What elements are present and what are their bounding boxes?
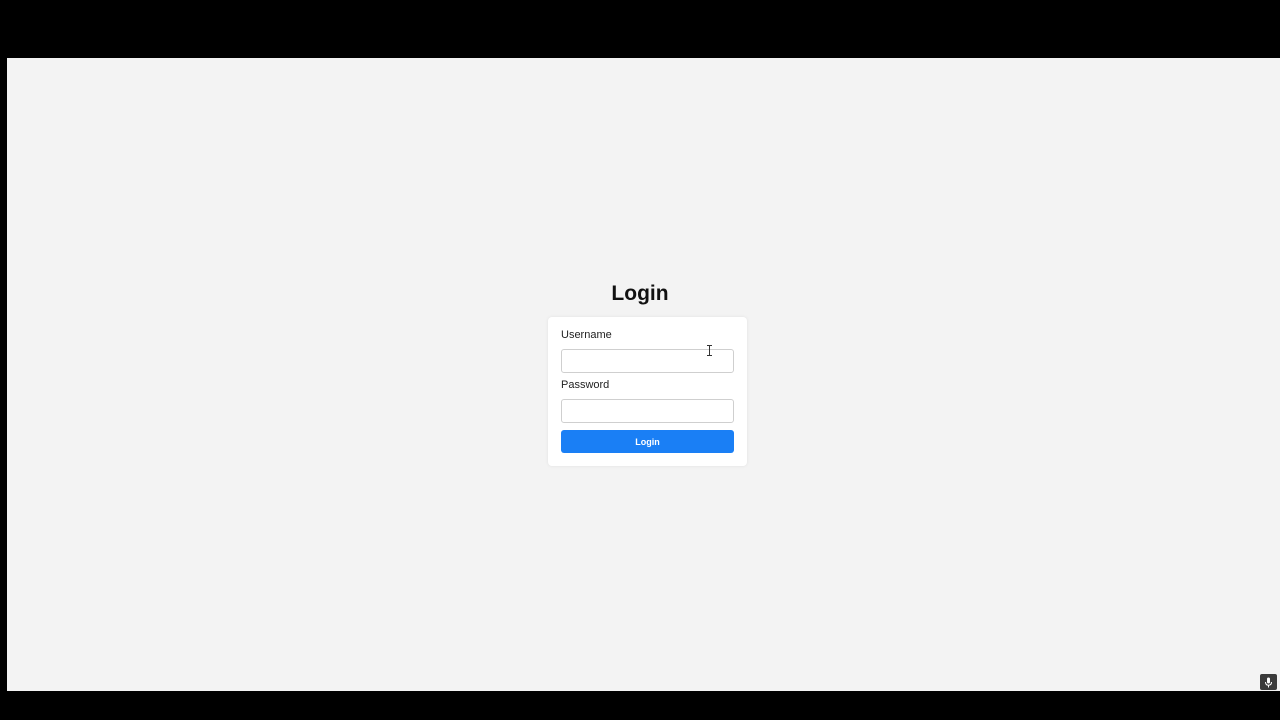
login-button[interactable]: Login bbox=[561, 430, 734, 453]
password-label: Password bbox=[561, 379, 610, 391]
page-title: Login bbox=[611, 282, 669, 305]
password-input[interactable] bbox=[561, 399, 734, 423]
username-label: Username bbox=[561, 329, 612, 341]
login-form: Username Password Login bbox=[548, 317, 747, 466]
text-cursor-icon bbox=[707, 345, 712, 356]
microphone-icon bbox=[1265, 677, 1272, 687]
microphone-button[interactable] bbox=[1260, 674, 1277, 690]
